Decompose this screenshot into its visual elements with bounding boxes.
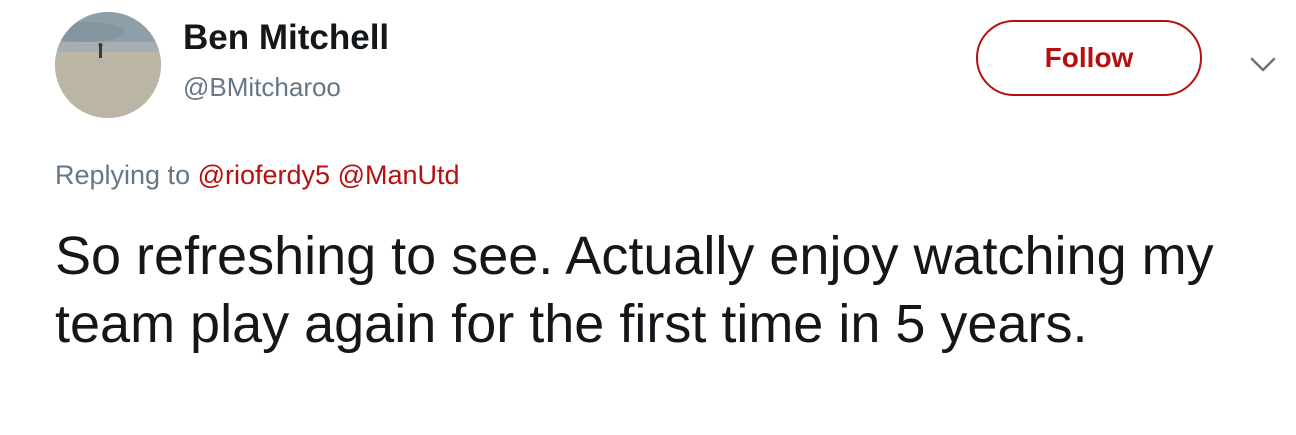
avatar[interactable] [55, 12, 161, 118]
more-options-button[interactable] [1248, 55, 1278, 75]
tweet-text: So refreshing to see. Actually enjoy wat… [55, 226, 1214, 354]
mention-link[interactable]: @rioferdy5 [198, 160, 330, 190]
follow-button[interactable]: Follow [976, 20, 1202, 96]
author-handle[interactable]: @BMitcharoo [183, 72, 341, 103]
tweet-card: Ben Mitchell @BMitcharoo Follow Replying… [0, 0, 1296, 435]
mention-link[interactable]: @ManUtd [338, 160, 460, 190]
replying-to-label: Replying to [55, 160, 191, 190]
author-display-name[interactable]: Ben Mitchell [183, 18, 389, 58]
chevron-down-icon [1250, 57, 1276, 72]
avatar-photo [55, 12, 161, 118]
replying-to: Replying to @rioferdy5 @ManUtd [55, 160, 460, 191]
